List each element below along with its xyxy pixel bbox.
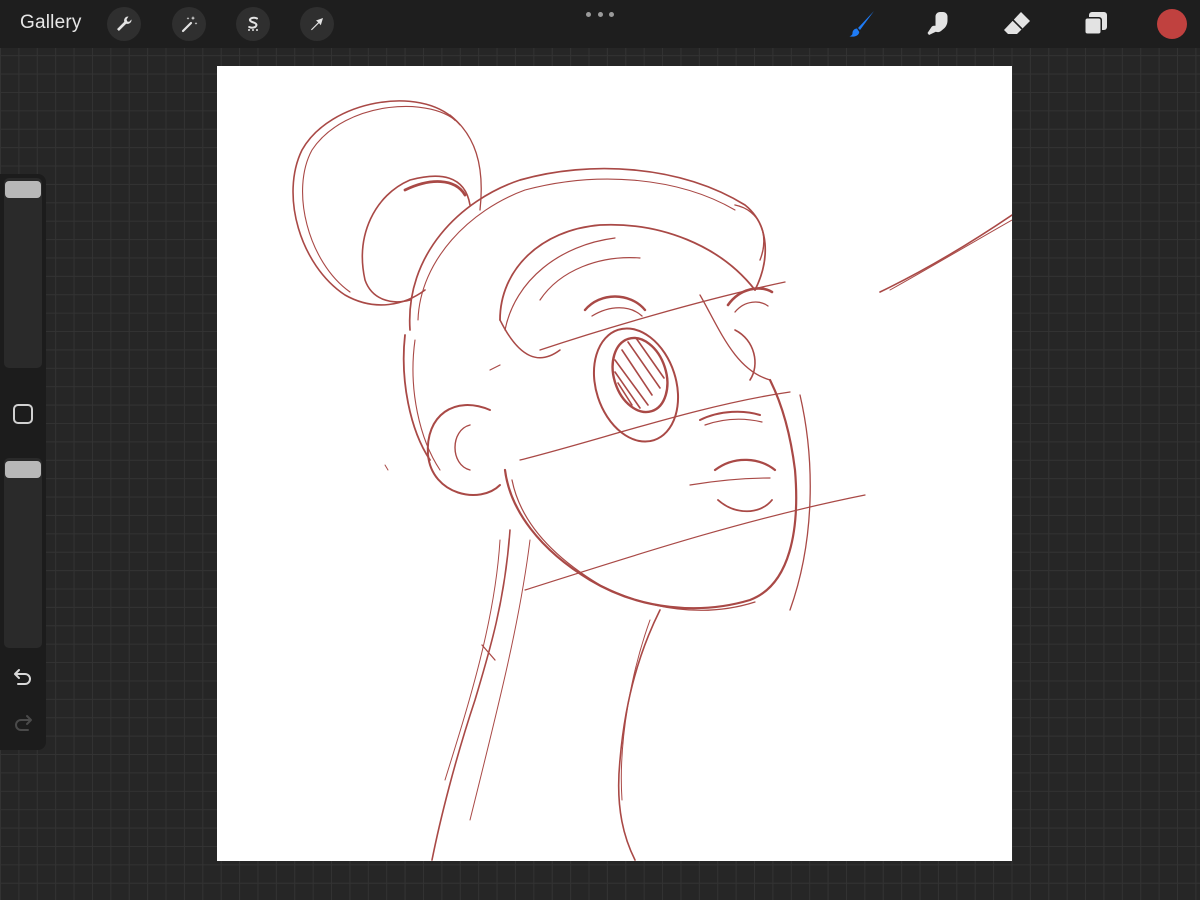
brush-tool-button[interactable] [843, 6, 879, 42]
brush-icon [849, 11, 874, 37]
color-picker-swatch[interactable] [1157, 9, 1187, 39]
more-ellipsis-icon[interactable] [586, 8, 614, 20]
eraser-icon [1004, 12, 1030, 34]
smudge-finger-icon [927, 12, 948, 35]
undo-button[interactable] [11, 664, 35, 688]
selection-s-icon [248, 16, 258, 31]
brush-size-slider[interactable] [4, 178, 42, 368]
adjustments-button[interactable] [172, 7, 206, 41]
opacity-slider[interactable] [4, 458, 42, 648]
wrench-button[interactable] [107, 7, 141, 41]
gallery-button[interactable]: Gallery [20, 12, 82, 34]
redo-button[interactable] [11, 710, 35, 734]
left-sidebar [0, 174, 46, 750]
smudge-tool-button[interactable] [921, 6, 957, 42]
selection-button[interactable] [236, 7, 270, 41]
modify-button[interactable] [13, 404, 33, 424]
arrow-cursor-icon [311, 18, 323, 31]
drawing-canvas[interactable] [217, 66, 1012, 861]
redo-arrow-icon [15, 715, 32, 731]
opacity-handle[interactable] [5, 461, 41, 478]
top-toolbar: Gallery [0, 0, 1200, 48]
layers-icon [1084, 12, 1107, 35]
layers-tool-button[interactable] [1078, 6, 1114, 42]
brush-size-handle[interactable] [5, 181, 41, 198]
undo-arrow-icon [14, 669, 31, 685]
transform-button[interactable] [300, 7, 334, 41]
sketch-artwork [292, 100, 1012, 861]
wrench-icon [117, 16, 132, 31]
magic-wand-icon [181, 16, 198, 33]
eraser-tool-button[interactable] [999, 6, 1035, 42]
